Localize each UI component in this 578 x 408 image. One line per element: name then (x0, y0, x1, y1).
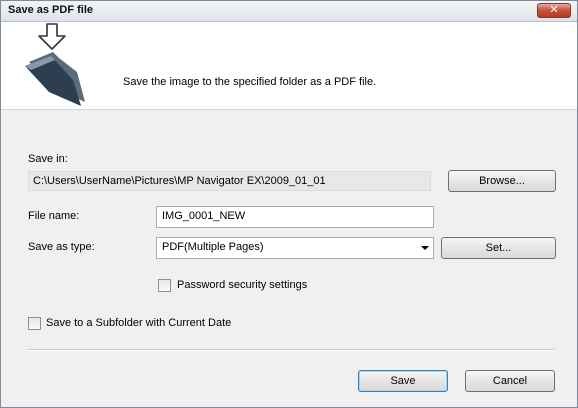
password-security-checkbox[interactable] (158, 279, 171, 292)
file-name-field[interactable]: IMG_0001_NEW (156, 206, 434, 228)
close-button[interactable]: ✕ (537, 3, 571, 18)
save-button[interactable]: Save (358, 370, 448, 392)
save-folder-arrow-icon (25, 23, 85, 106)
password-security-label: Password security settings (177, 279, 308, 291)
save-in-label: Save in: (28, 153, 68, 165)
save-as-pdf-dialog: Save as PDF file ✕ Save the image to the… (0, 0, 578, 408)
save-button-label: Save (390, 375, 416, 387)
browse-button[interactable]: Browse... (448, 170, 556, 192)
dialog-header: Save the image to the specified folder a… (1, 22, 577, 110)
file-name-value: IMG_0001_NEW (162, 210, 246, 222)
footer-divider (28, 349, 555, 351)
dialog-description: Save the image to the specified folder a… (123, 76, 377, 88)
set-button[interactable]: Set... (441, 237, 556, 259)
save-as-type-label: Save as type: (28, 241, 95, 253)
save-as-type-select[interactable]: PDF(Multiple Pages) (156, 237, 434, 259)
subfolder-label: Save to a Subfolder with Current Date (46, 317, 232, 329)
title-bar[interactable]: Save as PDF file ✕ (1, 1, 577, 22)
dropdown-arrow-icon (421, 246, 429, 250)
set-button-label: Set... (485, 242, 512, 254)
save-in-path: C:\Users\UserName\Pictures\MP Navigator … (28, 171, 431, 191)
window-title: Save as PDF file (8, 4, 93, 16)
save-as-type-value: PDF(Multiple Pages) (162, 241, 264, 253)
close-icon: ✕ (549, 4, 559, 16)
browse-button-label: Browse... (479, 175, 525, 187)
file-name-label: File name: (28, 210, 80, 222)
cancel-button-label: Cancel (492, 375, 528, 387)
subfolder-checkbox[interactable] (28, 317, 41, 330)
cancel-button[interactable]: Cancel (465, 370, 555, 392)
